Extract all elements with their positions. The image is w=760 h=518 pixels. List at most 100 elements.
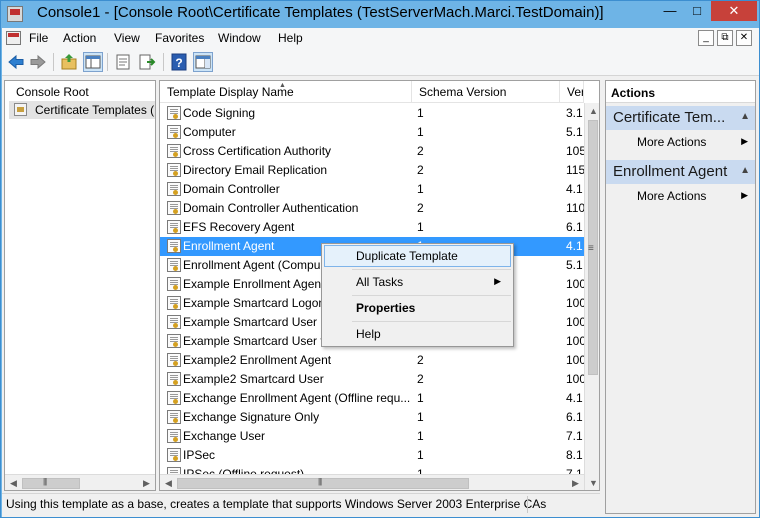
menu-separator	[352, 269, 511, 270]
submenu-arrow-icon: ▶	[494, 276, 501, 286]
menu-file[interactable]: File	[29, 31, 48, 45]
actions-section-certificate-templates[interactable]: Certificate Tem... ▲	[606, 106, 755, 130]
column-header-name[interactable]: Template Display Name ▲	[160, 81, 412, 103]
cell-version: 100	[566, 334, 584, 348]
menu-separator	[352, 321, 511, 322]
maximize-button[interactable]: □	[684, 1, 710, 21]
table-row[interactable]: Directory Email Replication 2 115	[160, 161, 584, 180]
mdi-restore-button[interactable]: ⧉	[717, 30, 733, 46]
menu-favorites[interactable]: Favorites	[155, 31, 204, 45]
menu-item-help[interactable]: Help	[324, 323, 511, 345]
cell-schema-version: 2	[417, 353, 424, 367]
tree-item-console-root[interactable]: Console Root	[7, 83, 155, 101]
table-row[interactable]: Cross Certification Authority 2 105	[160, 142, 584, 161]
help-icon[interactable]: ?	[169, 52, 189, 72]
tree-item-label: Certificate Templates (	[35, 103, 155, 117]
list-horizontal-scrollbar[interactable]: ◀ ||| ▶	[160, 474, 584, 490]
scroll-left-icon[interactable]: ◀	[160, 475, 177, 490]
scroll-right-icon[interactable]: ▶	[567, 475, 584, 490]
mdi-minimize-button[interactable]: _	[698, 30, 714, 46]
menu-action[interactable]: Action	[63, 31, 96, 45]
cell-schema-version: 1	[417, 106, 424, 120]
table-row[interactable]: Code Signing 1 3.1	[160, 104, 584, 123]
mmc-app-icon[interactable]	[7, 6, 23, 22]
minimize-button[interactable]: —	[657, 1, 683, 21]
list-vertical-scrollbar[interactable]: ▲ ≡ ▼	[584, 103, 599, 490]
menu-view[interactable]: View	[114, 31, 140, 45]
mmc-window: Console1 - [Console Root\Certificate Tem…	[0, 0, 760, 518]
menu-item-label: Help	[356, 327, 381, 341]
table-row[interactable]: Exchange User 1 7.1	[160, 427, 584, 446]
collapse-icon[interactable]: ▲	[740, 165, 750, 176]
cell-schema-version: 1	[417, 182, 424, 196]
scroll-thumb[interactable]	[177, 478, 469, 489]
table-row[interactable]: Example2 Smartcard User 2 100	[160, 370, 584, 389]
column-header-schema-version[interactable]: Schema Version	[412, 81, 560, 103]
tree-item-certificate-templates[interactable]: Certificate Templates (	[9, 101, 155, 119]
more-actions-certificate-templates[interactable]: More Actions	[637, 135, 706, 149]
export-list-icon[interactable]	[137, 52, 157, 72]
cell-template-name: Domain Controller	[183, 182, 280, 196]
menu-separator	[352, 295, 511, 296]
scroll-left-icon[interactable]: ◀	[5, 475, 22, 490]
column-header-label: Template Display Name	[167, 85, 294, 99]
title-bar[interactable]: Console1 - [Console Root\Certificate Tem…	[1, 1, 759, 28]
table-row[interactable]: EFS Recovery Agent 1 6.1	[160, 218, 584, 237]
show-hide-tree-icon[interactable]	[83, 52, 103, 72]
cell-version: 100	[566, 372, 584, 386]
back-arrow-icon[interactable]	[6, 52, 26, 72]
table-row[interactable]: IPSec 1 8.1	[160, 446, 584, 465]
cell-version: 6.1	[566, 410, 583, 424]
tree-horizontal-scrollbar[interactable]: ◀ ||| ▶	[5, 474, 155, 490]
cell-template-name: Exchange User	[183, 429, 266, 443]
scroll-up-icon[interactable]: ▲	[585, 103, 599, 120]
cell-template-name: Computer	[183, 125, 236, 139]
table-row[interactable]: Exchange Signature Only 1 6.1	[160, 408, 584, 427]
table-row[interactable]: Domain Controller 1 4.1	[160, 180, 584, 199]
certificate-template-icon	[167, 163, 181, 177]
certificate-templates-icon	[14, 103, 27, 116]
cell-version: 3.1	[566, 106, 583, 120]
table-row[interactable]: Example2 Enrollment Agent 2 100	[160, 351, 584, 370]
menu-item-properties[interactable]: Properties	[324, 297, 511, 319]
certificate-template-icon	[167, 277, 181, 291]
close-button[interactable]: ✕	[711, 1, 757, 21]
console-doc-icon[interactable]	[6, 31, 21, 45]
section-title: Enrollment Agent	[613, 163, 728, 180]
cell-template-name: Example2 Smartcard User	[183, 372, 324, 386]
toolbar-separator	[53, 53, 54, 71]
toolbar-separator	[107, 53, 108, 71]
collapse-icon[interactable]: ▲	[740, 111, 750, 122]
cell-version: 115	[566, 163, 584, 177]
mdi-close-button[interactable]: ✕	[736, 30, 752, 46]
submenu-arrow-icon: ▶	[741, 190, 748, 200]
menu-item-duplicate-template[interactable]: Duplicate Template	[324, 245, 511, 267]
actions-section-enrollment-agent[interactable]: Enrollment Agent ▲	[606, 160, 755, 184]
certificate-template-icon	[167, 182, 181, 196]
menu-help[interactable]: Help	[278, 31, 303, 45]
more-actions-enrollment-agent[interactable]: More Actions	[637, 189, 706, 203]
scroll-right-icon[interactable]: ▶	[138, 475, 155, 490]
cell-version: 105	[566, 144, 584, 158]
cell-template-name: IPSec	[183, 448, 216, 462]
cell-version: 110	[566, 201, 584, 215]
toolbar: ?	[2, 48, 759, 76]
actions-title: Actions	[606, 81, 755, 103]
scroll-down-icon[interactable]: ▼	[585, 475, 599, 490]
cell-version: 5.1	[566, 258, 583, 272]
scroll-thumb[interactable]	[22, 478, 80, 489]
show-hide-action-pane-icon[interactable]	[193, 52, 213, 72]
certificate-template-icon	[167, 125, 181, 139]
table-row[interactable]: Computer 1 5.1	[160, 123, 584, 142]
properties-icon[interactable]	[113, 52, 133, 72]
cell-schema-version: 2	[417, 201, 424, 215]
cell-template-name: Example2 Enrollment Agent	[183, 353, 332, 367]
menu-item-all-tasks[interactable]: All Tasks ▶	[324, 271, 511, 293]
table-row[interactable]: Domain Controller Authentication 2 110	[160, 199, 584, 218]
menu-window[interactable]: Window	[218, 31, 261, 45]
up-folder-icon[interactable]	[59, 52, 79, 72]
forward-arrow-icon[interactable]	[28, 52, 48, 72]
cell-schema-version: 2	[417, 163, 424, 177]
column-header-version[interactable]: Ver	[560, 81, 584, 103]
table-row[interactable]: Exchange Enrollment Agent (Offline requ.…	[160, 389, 584, 408]
